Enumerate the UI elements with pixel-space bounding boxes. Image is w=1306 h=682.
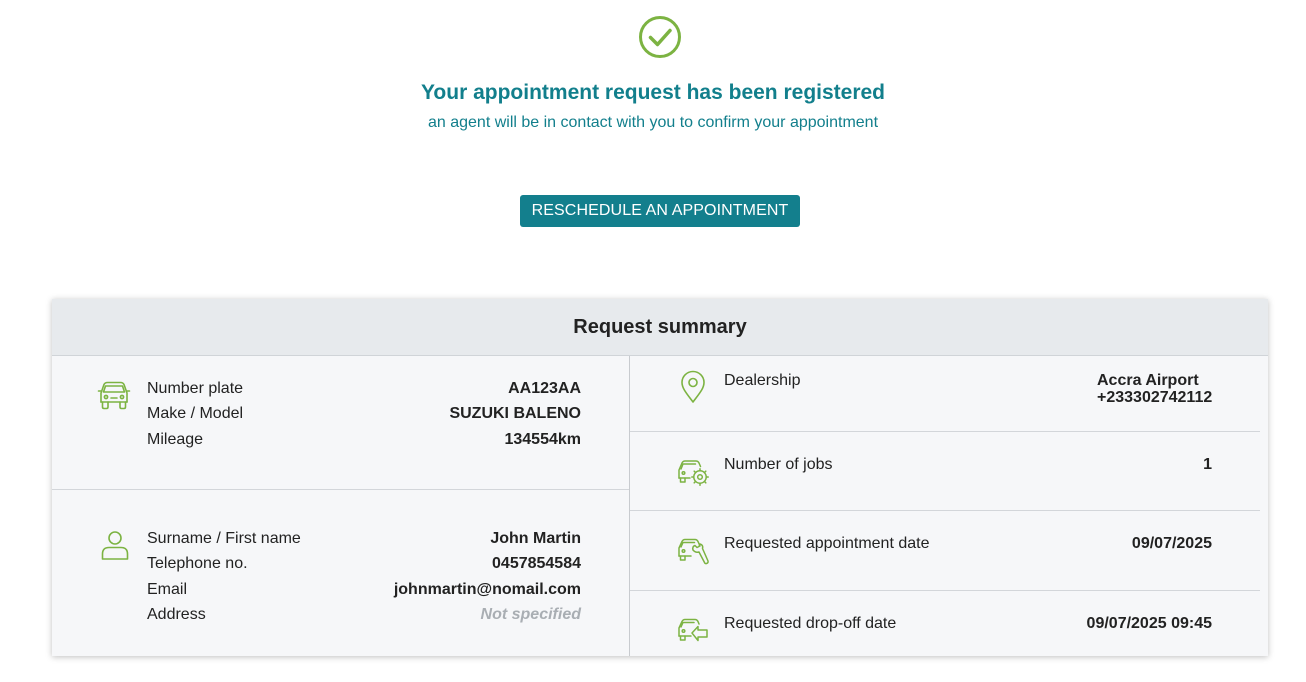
email-label: Email bbox=[147, 581, 188, 598]
jobs-label: Number of jobs bbox=[724, 456, 833, 473]
confirmation-title: Your appointment request has been regist… bbox=[420, 81, 886, 104]
phone-value: 0457854584 bbox=[492, 555, 581, 572]
appointment-date-value: 09/07/2025 bbox=[1131, 535, 1212, 552]
dealership-label: Dealership bbox=[724, 372, 801, 389]
name-value: John Martin bbox=[490, 530, 581, 547]
car-gear-icon bbox=[676, 454, 710, 488]
number-plate-value: AA123AA bbox=[508, 380, 581, 397]
jobs-value: 1 bbox=[1203, 456, 1212, 473]
name-label: Surname / First name bbox=[147, 530, 301, 547]
check-circle-icon bbox=[639, 16, 681, 58]
row-divider bbox=[630, 510, 1260, 511]
person-icon bbox=[98, 528, 132, 562]
row-divider bbox=[52, 489, 629, 490]
dropoff-date-value: 09/07/2025 09:45 bbox=[1086, 615, 1212, 632]
row-divider bbox=[630, 590, 1260, 591]
number-plate-label: Number plate bbox=[147, 380, 244, 397]
car-icon bbox=[97, 378, 131, 412]
phone-label: Telephone no. bbox=[147, 555, 248, 572]
address-label: Address bbox=[147, 606, 206, 623]
dealership-name: Accra Airport bbox=[1097, 372, 1199, 389]
request-summary-card: Request summary Number plate AA123AA Mak… bbox=[52, 299, 1268, 656]
column-divider bbox=[629, 356, 630, 656]
make-model-value: SUZUKI BALENO bbox=[449, 405, 581, 422]
appointment-date-label: Requested appointment date bbox=[724, 535, 930, 552]
summary-title: Request summary bbox=[52, 299, 1268, 356]
car-wrench-icon bbox=[676, 533, 710, 567]
dropoff-date-label: Requested drop-off date bbox=[724, 615, 897, 632]
car-key-icon bbox=[676, 613, 710, 647]
confirmation-subtitle: an agent will be in contact with you to … bbox=[427, 114, 879, 131]
dealership-phone: +233302742112 bbox=[1097, 389, 1213, 406]
row-divider bbox=[630, 431, 1260, 432]
mileage-label: Mileage bbox=[147, 431, 204, 448]
location-pin-icon bbox=[676, 370, 710, 404]
address-value: Not specified bbox=[480, 606, 581, 623]
make-model-label: Make / Model bbox=[147, 405, 244, 422]
email-value: johnmartin@nomail.com bbox=[393, 581, 581, 598]
reschedule-button[interactable]: RESCHEDULE AN APPOINTMENT bbox=[520, 195, 800, 227]
mileage-value: 134554km bbox=[504, 431, 581, 448]
